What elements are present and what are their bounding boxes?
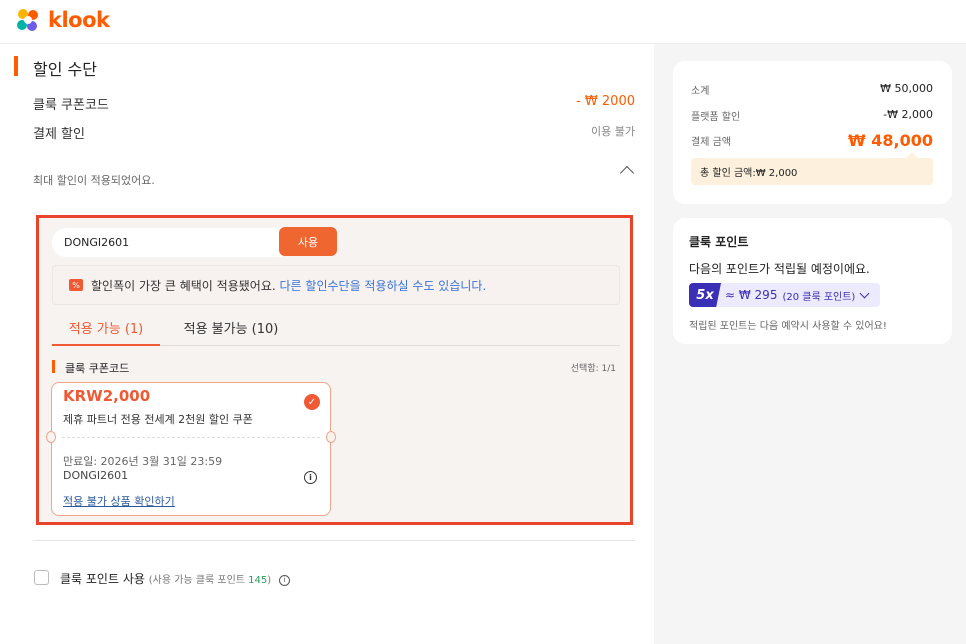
klook-logo[interactable]: klook bbox=[14, 6, 110, 34]
coupon-panel: DONGI2601 사용 % 할인폭이 가장 큰 혜택이 적용됐어요. 다른 할… bbox=[36, 215, 633, 525]
total-label: 결제 금액 bbox=[691, 137, 731, 148]
coupon-code-row: 클룩 쿠폰코드 - ₩ 2000 bbox=[33, 94, 635, 113]
tab-not-applicable[interactable]: 적용 불가능 (10) bbox=[176, 318, 286, 346]
coupon-card[interactable]: KRW2,000 제휴 파트너 전용 전세계 2천원 할인 쿠폰 ✓ 만료일: … bbox=[46, 382, 336, 516]
check-icon[interactable]: ✓ bbox=[304, 394, 320, 410]
max-discount-note: 최대 할인이 적용되었어요. bbox=[33, 174, 155, 187]
points-count: (20 클룩 포인트) bbox=[782, 291, 856, 303]
coupon-notch-right bbox=[326, 431, 336, 443]
price-summary-card: 소계 ₩ 50,000 플랫폼 할인 -₩ 2,000 결제 금액 ₩ 48,0… bbox=[673, 61, 952, 204]
coupon-code-input[interactable]: DONGI2601 bbox=[52, 228, 282, 257]
coupon-amount: KRW2,000 bbox=[63, 387, 151, 405]
payment-discount-row: 결제 할인 이용 불가 bbox=[33, 123, 635, 142]
subtotal-label: 소계 bbox=[691, 86, 710, 97]
coupon-tabs: 적용 가능 (1) 적용 불가능 (10) bbox=[52, 316, 620, 346]
discount-section: 할인 수단 클룩 쿠폰코드 - ₩ 2000 결제 할인 이용 불가 최대 할인… bbox=[0, 44, 654, 644]
best-discount-notice: % 할인폭이 가장 큰 혜택이 적용됐어요. 다른 할인수단을 적용하실 수도 … bbox=[52, 265, 620, 305]
section-accent-bar bbox=[14, 56, 18, 76]
apply-coupon-button[interactable]: 사용 bbox=[279, 227, 337, 256]
subtotal-value: ₩ 50,000 bbox=[880, 82, 933, 95]
payment-discount-label: 결제 할인 bbox=[33, 127, 85, 142]
total-discount-note: 총 할인 금액:₩ 2,000 bbox=[691, 158, 933, 185]
payment-discount-value: 이용 불가 bbox=[591, 125, 635, 138]
use-points-checkbox[interactable] bbox=[34, 570, 49, 585]
use-points-label: 클룩 포인트 사용 (사용 가능 클룩 포인트 145) i bbox=[60, 570, 290, 587]
points-amount: ≈ ₩ 295 bbox=[725, 288, 778, 302]
coupon-divider bbox=[62, 437, 320, 438]
coupon-ticket-icon: % bbox=[69, 279, 83, 291]
available-points-value: 145 bbox=[248, 575, 268, 586]
available-points: (사용 가능 클룩 포인트 145) bbox=[148, 575, 272, 586]
coupon-subsection-title: 클룩 쿠폰코드 bbox=[65, 362, 130, 375]
multiplier-badge: 5x bbox=[689, 283, 721, 307]
platform-discount-label: 플랫폼 할인 bbox=[691, 112, 741, 123]
tab-applicable[interactable]: 적용 가능 (1) bbox=[52, 318, 160, 346]
other-discount-link[interactable]: 다른 할인수단을 적용하실 수도 있습니다. bbox=[280, 279, 487, 293]
collapse-chevron-icon[interactable] bbox=[619, 165, 635, 181]
info-icon[interactable]: i bbox=[304, 471, 317, 484]
coupon-code-row-value: - ₩ 2000 bbox=[576, 94, 635, 109]
selected-count: 선택함: 1/1 bbox=[570, 364, 616, 374]
points-info-icon[interactable]: i bbox=[279, 574, 290, 586]
platform-discount-value: -₩ 2,000 bbox=[883, 108, 933, 121]
subsection-accent-bar bbox=[52, 360, 55, 373]
notice-text: 할인폭이 가장 큰 혜택이 적용됐어요. bbox=[91, 278, 276, 293]
coupon-description: 제휴 파트너 전용 전세계 2천원 할인 쿠폰 bbox=[63, 413, 253, 426]
points-title: 클룩 포인트 bbox=[689, 235, 749, 249]
points-desc: 다음의 포인트가 적립될 예정이에요. bbox=[689, 262, 870, 276]
section-divider bbox=[33, 540, 635, 541]
coupon-expiry: 만료일: 2026년 3월 31일 23:59 bbox=[63, 455, 223, 468]
coupon-code: DONGI2601 bbox=[63, 469, 129, 482]
klook-points-card: 클룩 포인트 다음의 포인트가 적립될 예정이에요. 5x ≈ ₩ 295 (2… bbox=[673, 218, 952, 344]
top-bar: klook bbox=[0, 0, 966, 44]
use-points-text: 클룩 포인트 사용 bbox=[60, 572, 145, 586]
brand-name: klook bbox=[48, 8, 110, 32]
total-row: 결제 금액 ₩ 48,000 bbox=[691, 131, 933, 150]
coupon-notch-left bbox=[46, 431, 56, 443]
chevron-down-icon[interactable] bbox=[859, 288, 870, 298]
discount-title: 할인 수단 bbox=[33, 60, 97, 79]
points-estimate-chip[interactable]: 5x ≈ ₩ 295 (20 클룩 포인트) bbox=[689, 283, 880, 307]
klook-logo-icon bbox=[17, 9, 38, 31]
coupon-code-row-label: 클룩 쿠폰코드 bbox=[33, 98, 109, 113]
total-value: ₩ 48,000 bbox=[848, 131, 933, 150]
platform-discount-row: 플랫폼 할인 -₩ 2,000 bbox=[691, 108, 933, 123]
subtotal-row: 소계 ₩ 50,000 bbox=[691, 82, 933, 97]
points-note: 적립된 포인트는 다음 예약시 사용할 수 있어요! bbox=[689, 321, 887, 332]
excluded-products-link[interactable]: 적용 불가 상품 확인하기 bbox=[63, 493, 175, 509]
